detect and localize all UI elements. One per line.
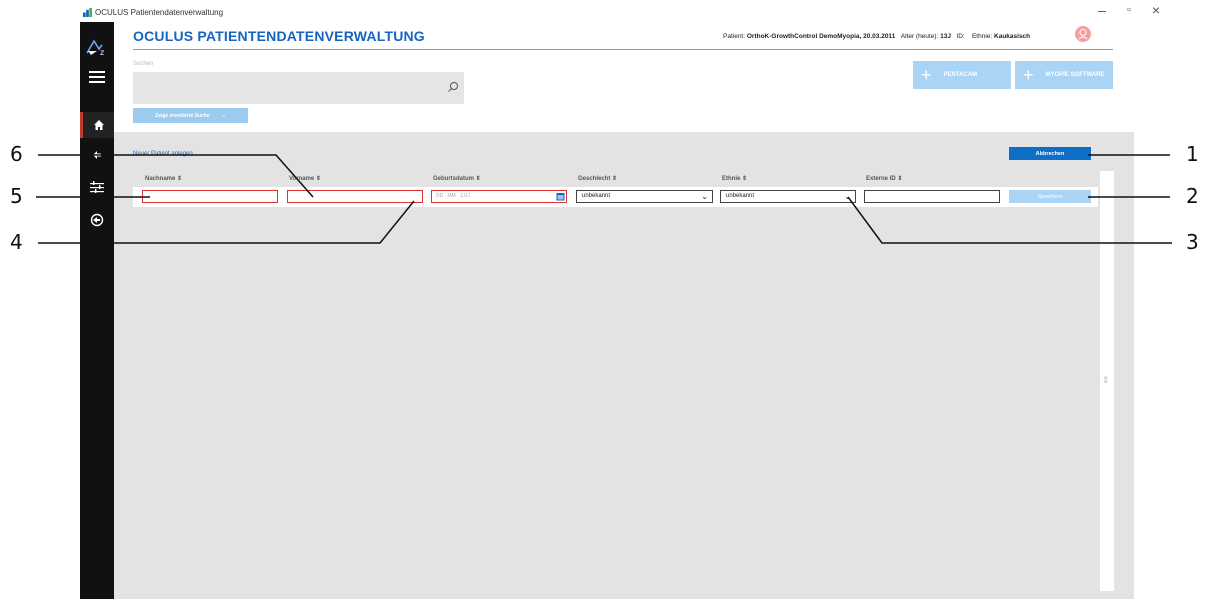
callout-overlay: [36, 154, 1172, 244]
callout-number-3: 3: [1186, 230, 1199, 254]
callout-line-4: [38, 200, 415, 244]
callout-number-6: 6: [10, 142, 23, 166]
callout-number-5: 5: [10, 184, 23, 208]
callout-line-3: [847, 196, 1172, 244]
callout-number-2: 2: [1186, 184, 1199, 208]
callout-line-6: [38, 154, 314, 198]
callout-number-4: 4: [10, 230, 23, 254]
callout-number-1: 1: [1186, 142, 1199, 166]
